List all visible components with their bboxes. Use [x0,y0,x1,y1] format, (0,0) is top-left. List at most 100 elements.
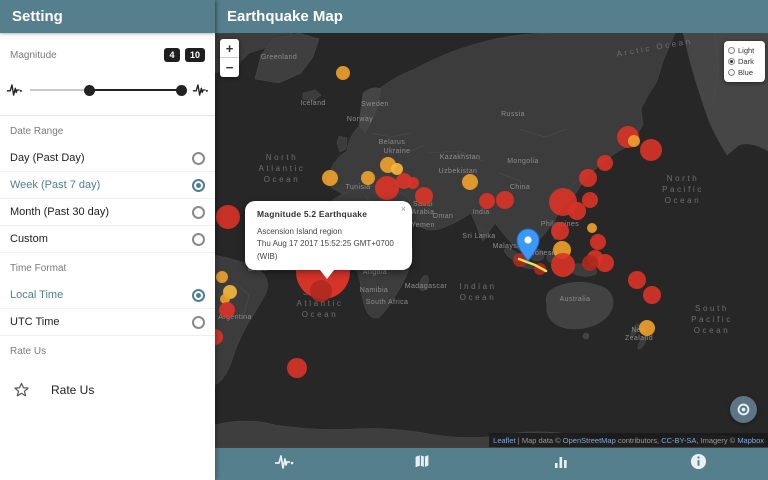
map-panel: Earthquake Map Greenland Iceland Sweden … [215,0,768,480]
map-label: Namibia [360,287,388,294]
attribution-text: | Map data © [515,435,563,445]
time-format-options: Local Time UTC Time [0,282,215,336]
slider-handle-max[interactable] [175,84,187,96]
zoom-out-button[interactable]: − [220,58,239,77]
map-attribution: Leaflet | Map data © OpenStreetMap contr… [489,433,768,447]
slider-handle-min[interactable] [83,84,95,96]
settings-header: Setting [0,0,215,33]
map-label: Belarus [379,139,406,146]
rate-us-button[interactable]: Rate Us [0,365,215,415]
earthquake-marker[interactable] [219,302,235,318]
map-label: South Pacific Ocean [691,304,733,335]
earthquake-marker[interactable] [597,155,613,171]
earthquake-marker[interactable] [216,205,240,229]
earthquake-marker[interactable] [628,271,646,289]
date-range-options: Day (Past Day) Week (Past 7 day) Month (Pa… [0,145,215,253]
earthquake-marker[interactable] [336,66,350,80]
earthquake-marker[interactable] [643,286,661,304]
earthquake-marker[interactable] [462,174,478,190]
map-label: Iceland [300,100,325,107]
magnitude-row: Magnitude 4 10 [0,33,215,65]
option-label: Week (Past 7 day) [10,179,101,191]
earthquake-marker[interactable] [582,192,598,208]
earthquake-marker[interactable] [287,358,307,378]
rate-us-label: Rate Us [10,346,47,357]
radio-button[interactable] [192,288,205,302]
date-range-option[interactable]: Month (Past 30 day) [0,199,215,226]
nav-item-bar-chart[interactable] [492,448,630,480]
settings-title: Setting [12,8,63,25]
option-label: Local Time [10,289,64,301]
earthquake-marker[interactable] [310,280,332,302]
info-icon [690,453,707,475]
map-header: Earthquake Map [215,0,768,33]
date-range-option[interactable]: Week (Past 7 day) [0,172,215,199]
earthquake-marker[interactable] [551,253,575,277]
nav-item-info[interactable] [630,448,768,480]
attribution-link[interactable]: CC-BY-SA [661,436,696,445]
nav-item-map[interactable] [353,448,491,480]
earthquake-marker[interactable] [596,254,614,272]
slider-track[interactable] [30,82,187,98]
map-label: Ukraine [384,148,411,155]
earthquake-marker[interactable] [639,320,655,336]
popup-title: Magnitude 5.2 Earthquake [257,209,368,219]
date-range-option[interactable]: Custom [0,226,215,253]
option-label: UTC Time [10,316,60,328]
time-format-option[interactable]: Local Time [0,282,215,309]
radio-button[interactable] [192,205,205,219]
map-icon [414,454,430,474]
settings-panel: Setting Magnitude 4 10 Date Range Day (P… [0,0,215,480]
map-canvas[interactable]: Greenland Iceland Sweden Norway Belarus Ukrai… [215,33,768,448]
earthquake-app: Setting Magnitude 4 10 Date Range Day (P… [0,0,768,480]
date-range-option[interactable]: Day (Past Day) [0,145,215,172]
radio-button[interactable] [728,58,735,65]
magnitude-max-badge: 10 [184,48,205,62]
layer-option[interactable]: Dark [728,56,761,67]
earthquake-marker[interactable] [590,234,606,250]
attribution-link[interactable]: Mapbox [737,436,764,445]
zoom-control: + − [220,39,239,77]
earthquake-marker[interactable] [640,139,662,161]
locate-button[interactable] [730,396,757,423]
earthquake-marker[interactable] [479,193,495,209]
magnitude-badges: 4 10 [163,48,205,62]
earthquake-marker[interactable] [579,169,597,187]
popup-time: Thu Aug 17 2017 15:52:25 GMT+0700 (WIB) [257,239,394,261]
attribution-link[interactable]: Leaflet [493,436,516,445]
seismograph-icon [273,453,295,476]
earthquake-marker[interactable] [496,191,514,209]
time-format-option[interactable]: UTC Time [0,309,215,336]
radio-button[interactable] [192,178,205,192]
radio-button[interactable] [728,69,735,76]
earthquake-marker[interactable] [549,188,577,216]
magnitude-slider [0,65,215,115]
earthquake-marker[interactable] [551,222,569,240]
earthquake-marker[interactable] [375,176,399,200]
earthquake-marker[interactable] [322,170,338,186]
earthquake-marker[interactable] [587,223,597,233]
nav-item-seismograph[interactable] [215,448,353,480]
zoom-in-button[interactable]: + [220,39,239,58]
earthquake-marker[interactable] [407,177,419,189]
seismograph-icon [6,84,22,96]
earthquake-marker[interactable] [582,255,598,271]
earthquake-marker[interactable] [391,163,403,175]
radio-button[interactable] [192,151,205,165]
popup-close-icon[interactable]: × [401,205,406,214]
earthquake-marker[interactable] [361,171,375,185]
map-label: China [510,184,530,191]
layer-option[interactable]: Blue [728,67,761,78]
radio-button[interactable] [728,47,735,54]
earthquake-marker[interactable] [628,135,640,147]
attribution-link[interactable]: OpenStreetMap [563,436,616,445]
earthquake-marker[interactable] [216,271,228,283]
layer-option[interactable]: Light [728,45,761,56]
map-label: North Pacific Ocean [662,174,704,205]
map-label: Kazakhstan [440,154,481,161]
radio-button[interactable] [192,315,205,329]
radio-button[interactable] [192,232,205,246]
bar-chart-icon [553,454,569,475]
bottom-navigation [215,448,768,480]
earthquake-marker[interactable] [415,187,433,205]
